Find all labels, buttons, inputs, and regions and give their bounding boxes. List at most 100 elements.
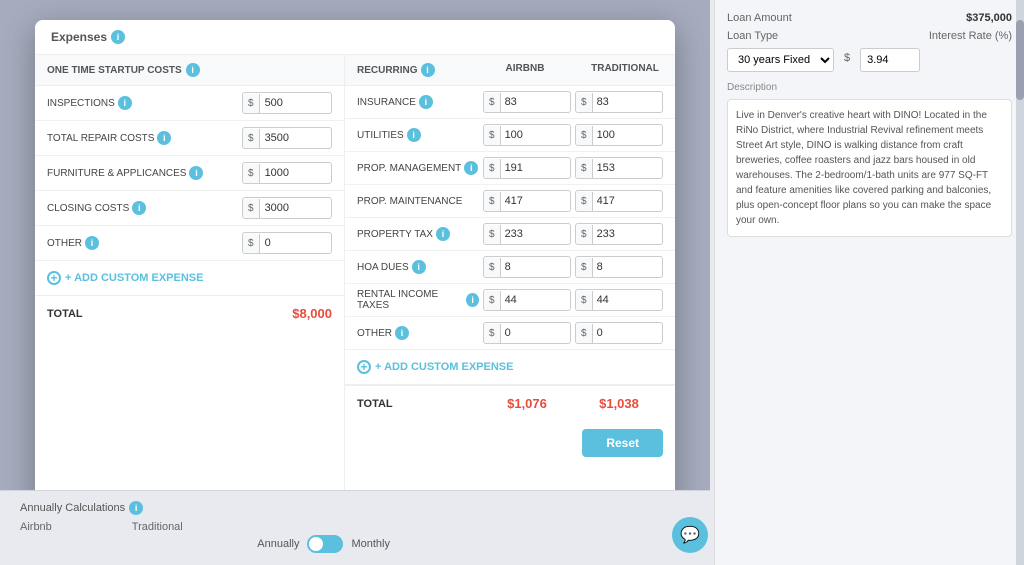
- prop-maintenance-airbnb-input[interactable]: [501, 191, 561, 211]
- other-left-input[interactable]: [260, 233, 320, 253]
- insurance-row: INSURANCE i $ $: [345, 86, 675, 119]
- left-section: ONE TIME STARTUP COSTS i INSPECTIONS i $: [35, 55, 345, 525]
- prop-maintenance-traditional-input[interactable]: [593, 191, 653, 211]
- dollar-sign: $: [842, 48, 852, 72]
- rental-income-taxes-traditional-input[interactable]: [593, 290, 653, 310]
- repair-costs-info-icon[interactable]: i: [157, 131, 171, 145]
- rental-tax-traditional-group: $: [575, 289, 663, 311]
- property-tax-info-icon[interactable]: i: [436, 227, 450, 241]
- other-left-info-icon[interactable]: i: [85, 236, 99, 250]
- inspections-info-icon[interactable]: i: [118, 96, 132, 110]
- closing-costs-input[interactable]: [260, 198, 320, 218]
- modal-body: ONE TIME STARTUP COSTS i INSPECTIONS i $: [35, 55, 675, 525]
- expenses-modal: Expenses i ONE TIME STARTUP COSTS i INSP…: [35, 20, 675, 525]
- rental-tax-airbnb-dollar: $: [484, 291, 501, 310]
- scrollbar[interactable]: [1016, 0, 1024, 565]
- hoa-airbnb-dollar: $: [484, 258, 501, 277]
- startup-costs-info-icon[interactable]: i: [186, 63, 200, 77]
- hoa-airbnb-group: $: [483, 256, 571, 278]
- insurance-traditional-input[interactable]: [593, 92, 653, 112]
- prop-maintenance-airbnb-group: $: [483, 190, 571, 212]
- prop-maint-trad-dollar: $: [576, 192, 593, 211]
- interest-rate-label: Interest Rate (%): [929, 30, 1012, 42]
- loan-amount-label: Loan Amount: [727, 12, 792, 24]
- utilities-traditional-input[interactable]: [593, 125, 653, 145]
- loan-type-select[interactable]: 30 years Fixed: [727, 48, 834, 72]
- annually-info-icon[interactable]: i: [129, 501, 143, 515]
- recurring-info-icon[interactable]: i: [421, 63, 435, 77]
- annually-toggle[interactable]: [307, 535, 343, 553]
- expenses-info-icon[interactable]: i: [111, 30, 125, 44]
- reset-button[interactable]: Reset: [582, 429, 663, 457]
- description-label: Description: [727, 82, 1012, 93]
- repair-costs-row: TOTAL REPAIR COSTS i $: [35, 121, 344, 156]
- furniture-input[interactable]: [260, 163, 320, 183]
- modal-title: Expenses: [51, 30, 107, 44]
- repair-costs-input[interactable]: [260, 128, 320, 148]
- hoa-airbnb-input[interactable]: [501, 257, 561, 277]
- rental-income-taxes-row: RENTAL INCOME TAXES i $ $: [345, 284, 675, 317]
- property-tax-traditional-input[interactable]: [593, 224, 653, 244]
- prop-mgmt-airbnb-dollar: $: [484, 159, 501, 178]
- prop-management-airbnb-input[interactable]: [501, 158, 561, 178]
- insurance-label: INSURANCE i: [357, 95, 479, 109]
- other-trad-dollar: $: [576, 324, 593, 343]
- startup-costs-title: ONE TIME STARTUP COSTS: [47, 65, 182, 76]
- inspections-row: INSPECTIONS i $: [35, 86, 344, 121]
- insurance-airbnb-dollar: $: [484, 93, 501, 112]
- rental-income-taxes-airbnb-input[interactable]: [501, 290, 561, 310]
- right-total-airbnb: $1,076: [483, 396, 571, 411]
- modal-header: Expenses i: [35, 20, 675, 55]
- airbnb-col-header: AIRBNB: [475, 55, 575, 85]
- add-custom-expense-left-button[interactable]: + + ADD CUSTOM EXPENSE: [35, 261, 215, 295]
- other-left-dollar: $: [243, 234, 260, 253]
- prop-maintenance-traditional-group: $: [575, 190, 663, 212]
- startup-costs-header: ONE TIME STARTUP COSTS i: [35, 55, 344, 86]
- furniture-info-icon[interactable]: i: [189, 166, 203, 180]
- property-tax-label: PROPERTY TAX i: [357, 227, 479, 241]
- hoa-traditional-input[interactable]: [593, 257, 653, 277]
- repair-dollar: $: [243, 129, 260, 148]
- prop-management-traditional-input[interactable]: [593, 158, 653, 178]
- other-airbnb-dollar: $: [484, 324, 501, 343]
- airbnb-bottom-label: Airbnb: [20, 521, 52, 533]
- prop-management-airbnb-group: $: [483, 157, 571, 179]
- repair-costs-label: TOTAL REPAIR COSTS i: [47, 131, 242, 145]
- furniture-input-group: $: [242, 162, 332, 184]
- closing-dollar: $: [243, 199, 260, 218]
- prop-tax-airbnb-dollar: $: [484, 225, 501, 244]
- insurance-traditional-group: $: [575, 91, 663, 113]
- interest-rate-input[interactable]: [860, 48, 920, 72]
- prop-maint-airbnb-dollar: $: [484, 192, 501, 211]
- chat-bubble[interactable]: 💬: [672, 517, 708, 553]
- utilities-row: UTILITIES i $ $: [345, 119, 675, 152]
- toggle-row: Annually Monthly: [257, 535, 390, 553]
- closing-costs-label: CLOSING COSTS i: [47, 201, 242, 215]
- insurance-airbnb-group: $: [483, 91, 571, 113]
- description-text: Live in Denver's creative heart with DIN…: [727, 99, 1012, 237]
- bottom-bar-columns: Airbnb Traditional: [20, 521, 690, 533]
- closing-costs-info-icon[interactable]: i: [132, 201, 146, 215]
- inspections-input-group: $: [242, 92, 332, 114]
- prop-management-traditional-group: $: [575, 157, 663, 179]
- closing-costs-row: CLOSING COSTS i $: [35, 191, 344, 226]
- utilities-info-icon[interactable]: i: [407, 128, 421, 142]
- prop-management-info-icon[interactable]: i: [464, 161, 478, 175]
- utilities-airbnb-dollar: $: [484, 126, 501, 145]
- inspections-input[interactable]: [260, 93, 320, 113]
- plus-circle-left-icon: +: [47, 271, 61, 285]
- other-recurring-traditional-input[interactable]: [593, 323, 653, 343]
- other-airbnb-group: $: [483, 322, 571, 344]
- property-tax-airbnb-input[interactable]: [501, 224, 561, 244]
- other-recurring-info-icon[interactable]: i: [395, 326, 409, 340]
- other-recurring-airbnb-input[interactable]: [501, 323, 561, 343]
- utilities-airbnb-input[interactable]: [501, 125, 561, 145]
- insurance-airbnb-input[interactable]: [501, 92, 561, 112]
- rental-income-taxes-info-icon[interactable]: i: [466, 293, 479, 307]
- hoa-dues-row: HOA DUES i $ $: [345, 251, 675, 284]
- bottom-bar: Annually Calculations i Airbnb Tradition…: [0, 490, 710, 565]
- insurance-info-icon[interactable]: i: [419, 95, 433, 109]
- add-custom-expense-right-button[interactable]: + + ADD CUSTOM EXPENSE: [357, 354, 513, 380]
- hoa-dues-info-icon[interactable]: i: [412, 260, 426, 274]
- property-tax-row: PROPERTY TAX i $ $: [345, 218, 675, 251]
